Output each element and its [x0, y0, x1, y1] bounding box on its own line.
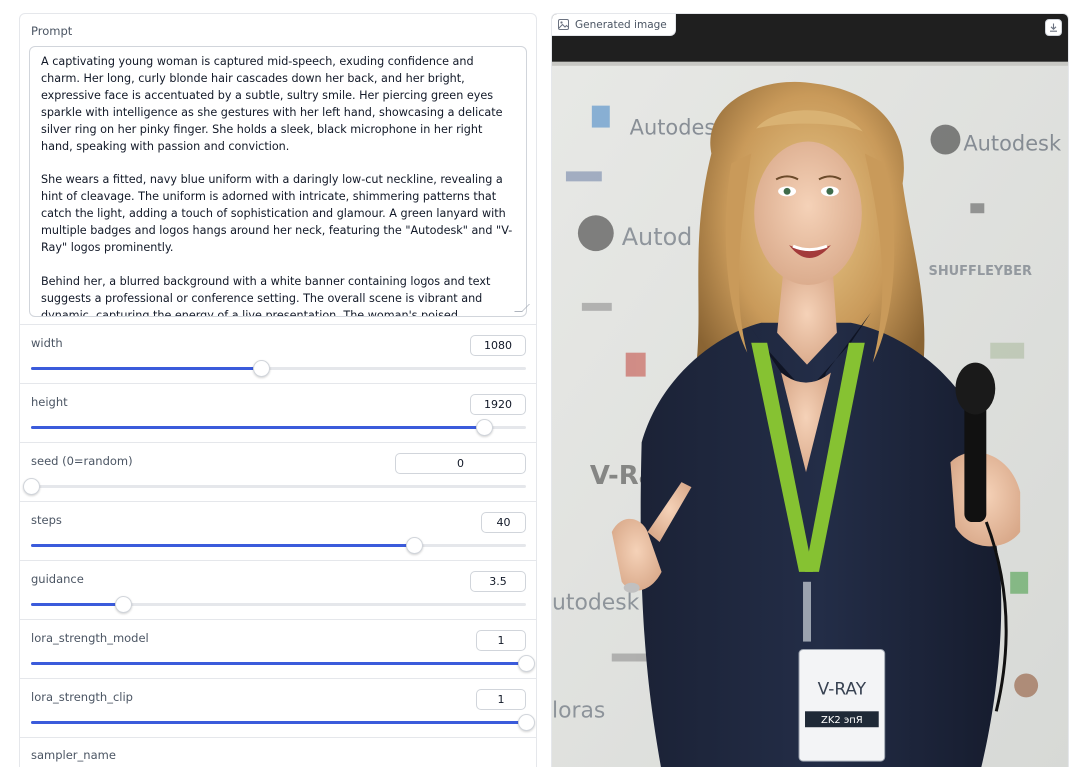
guidance-input[interactable]: 3.5 [470, 571, 526, 592]
slider-thumb[interactable] [23, 478, 40, 495]
slider-thumb[interactable] [518, 714, 535, 731]
guidance-slider-block: guidance 3.5 [20, 561, 536, 620]
slider-fill [31, 544, 414, 547]
seed-slider-track[interactable] [23, 478, 526, 495]
download-icon [1050, 23, 1057, 32]
badge-brand-text: V-RAY [818, 678, 867, 698]
slider-label: height [31, 395, 68, 409]
height-slider-block: height 1920 [20, 384, 536, 443]
lora-clip-slider-block: lora_strength_clip 1 [20, 679, 536, 738]
generated-image-panel: Generated image Autodesk Autodesk Autod … [551, 13, 1069, 767]
prompt-block: Prompt A captivating young woman is capt… [20, 14, 536, 325]
sampler-block: sampler_name [20, 738, 536, 767]
generated-image-title: Generated image [575, 18, 667, 31]
slider-fill [31, 426, 484, 429]
slider-thumb[interactable] [253, 360, 271, 377]
slider-label: width [31, 336, 63, 350]
slider-fill [31, 721, 526, 724]
prompt-textarea[interactable]: A captivating young woman is captured mi… [29, 46, 527, 317]
prompt-label: Prompt [31, 24, 73, 38]
steps-input[interactable]: 40 [481, 512, 526, 533]
height-slider-track[interactable] [31, 419, 526, 436]
height-input[interactable]: 1920 [470, 394, 526, 415]
download-button[interactable] [1045, 19, 1062, 36]
slider-label: lora_strength_clip [31, 690, 133, 704]
lora-model-slider-block: lora_strength_model 1 [20, 620, 536, 679]
steps-slider-track[interactable] [31, 537, 526, 554]
lora-clip-slider-track[interactable] [31, 714, 535, 731]
slider-label: lora_strength_model [31, 631, 149, 645]
slider-label: guidance [31, 572, 84, 586]
slider-fill [31, 367, 262, 370]
background-logo-text: Autodesk [963, 131, 1062, 155]
sampler-label: sampler_name [31, 748, 116, 762]
slider-thumb[interactable] [475, 419, 493, 436]
lora-model-slider-track[interactable] [31, 655, 535, 672]
slider-thumb[interactable] [405, 537, 423, 554]
badge-name-text: ZK2 эпЯ [821, 715, 863, 726]
slider-label: seed (0=random) [31, 454, 133, 468]
slider-fill [31, 603, 124, 606]
width-slider-block: width 1080 [20, 325, 536, 384]
settings-panel: Prompt A captivating young woman is capt… [19, 13, 537, 767]
background-logo-text: SHUFFLEYBER [929, 264, 1032, 279]
background-logo-text: Autod [622, 223, 693, 251]
slider-thumb[interactable] [115, 596, 133, 613]
background-logo-text: loras [552, 698, 605, 723]
seed-slider-block: seed (0=random) 0 [20, 443, 536, 502]
lora-strength-model-input[interactable]: 1 [476, 630, 526, 651]
image-icon [558, 19, 569, 30]
guidance-slider-track[interactable] [31, 596, 526, 613]
width-slider-track[interactable] [31, 360, 526, 377]
generated-image: Autodesk Autodesk Autod V-Ray utodesk lo… [552, 14, 1068, 767]
slider-fill [31, 662, 526, 665]
slider-label: steps [31, 513, 62, 527]
lora-strength-clip-input[interactable]: 1 [476, 689, 526, 710]
seed-input[interactable]: 0 [395, 453, 526, 474]
steps-slider-block: steps 40 [20, 502, 536, 561]
slider-thumb[interactable] [518, 655, 535, 672]
background-logo-text: utodesk [552, 591, 640, 616]
width-input[interactable]: 1080 [470, 335, 526, 356]
generated-image-label: Generated image [552, 14, 676, 36]
